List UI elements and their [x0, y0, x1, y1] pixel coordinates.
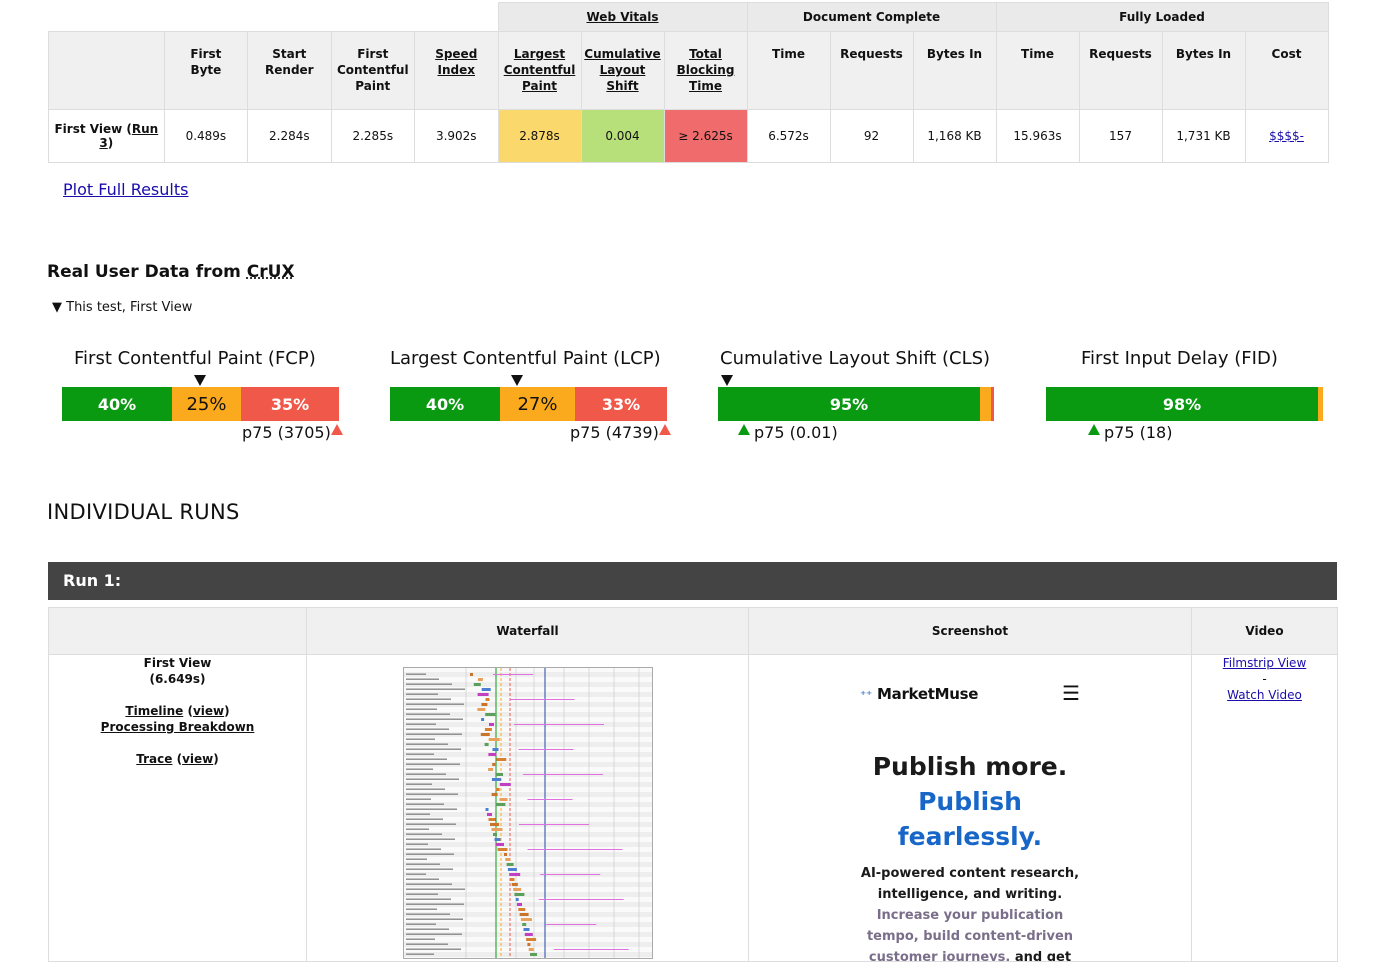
- cost-link[interactable]: $$$$-: [1269, 129, 1304, 143]
- col-cls[interactable]: Cumulative Layout Shift: [580, 31, 665, 110]
- p75-marker-icon: [331, 424, 343, 435]
- plot-full-results-link[interactable]: Plot Full Results: [63, 180, 188, 199]
- watch-video-link[interactable]: Watch Video: [1227, 688, 1302, 702]
- cell-speed-index: 3.902s: [414, 109, 499, 163]
- p75-label: p75 (18): [1104, 423, 1173, 442]
- p75-marker-icon: [1088, 424, 1100, 435]
- hamburger-menu-icon: ☰: [1062, 681, 1080, 705]
- good-segment: 40%: [62, 387, 172, 421]
- col-screenshot: Screenshot: [748, 607, 1192, 655]
- cell-fcp: 2.285s: [330, 109, 416, 163]
- summary-table: Web Vitals Document Complete Fully Loade…: [48, 2, 1329, 163]
- blank-header: [48, 607, 307, 655]
- marker-down-icon: [194, 375, 206, 386]
- group-document-complete: Document Complete: [746, 2, 997, 32]
- run-1-header: Run 1:: [48, 562, 1337, 600]
- col-cost: Cost: [1244, 31, 1329, 110]
- distribution-bar: 40% 27% 33%: [390, 387, 667, 421]
- metric-title: Largest Contentful Paint (LCP): [390, 348, 661, 369]
- col-dc-time: Time: [746, 31, 831, 110]
- metric-title: First Input Delay (FID): [1081, 348, 1278, 369]
- crux-toggle[interactable]: ▼ This test, First View: [52, 300, 192, 315]
- needs-improvement-segment: [1318, 387, 1323, 421]
- group-web-vitals[interactable]: Web Vitals: [497, 2, 748, 32]
- table-row: First View (Run 3) 0.489s 2.284s 2.285s …: [48, 109, 1329, 163]
- hero-paragraph: AI-powered content research, intelligenc…: [860, 866, 1080, 961]
- sparkle-icon: ⁺⁺: [860, 688, 873, 702]
- cell-dc-bytes: 1,168 KB: [912, 109, 997, 163]
- col-fcp: First Contentful Paint: [330, 31, 416, 110]
- col-speed-index[interactable]: Speed Index: [414, 31, 499, 110]
- first-view-time: (6.649s): [149, 672, 206, 686]
- p75-marker-icon: [659, 424, 671, 435]
- col-fl-bytes: Bytes In: [1161, 31, 1246, 110]
- trace-link[interactable]: Trace: [136, 752, 172, 766]
- good-segment: 95%: [718, 387, 980, 421]
- cell-cls: 0.004: [580, 109, 665, 163]
- metric-title: First Contentful Paint (FCP): [74, 348, 316, 369]
- crux-abbr: CrUX: [246, 262, 295, 282]
- waterfall-image[interactable]: [402, 667, 653, 959]
- distribution-bar: 95%: [718, 387, 994, 421]
- col-lcp[interactable]: Largest Contentful Paint: [497, 31, 582, 110]
- distribution-bar: 40% 25% 35%: [62, 387, 339, 421]
- col-video: Video: [1191, 607, 1338, 655]
- crux-title: Real User Data from CrUX: [47, 262, 295, 282]
- cell-fl-requests: 157: [1078, 109, 1163, 163]
- marker-down-icon: [721, 375, 733, 386]
- run-1-table: Waterfall Screenshot Video First View (6…: [48, 607, 1338, 962]
- poor-segment: [991, 387, 994, 421]
- p75-label: p75 (3705): [242, 423, 331, 442]
- col-tbt[interactable]: Total Blocking Time: [663, 31, 748, 110]
- poor-segment: 35%: [241, 387, 339, 421]
- brand-logo: ⁺⁺ MarketMuse: [860, 685, 979, 703]
- p75-marker-icon: [738, 424, 750, 435]
- cell-fl-time: 15.963s: [995, 109, 1080, 163]
- cell-lcp: 2.878s: [497, 109, 582, 163]
- marker-down-icon: [511, 375, 523, 386]
- col-fl-requests: Requests: [1078, 31, 1163, 110]
- separator: -: [1262, 672, 1267, 686]
- metric-title: Cumulative Layout Shift (CLS): [720, 348, 991, 369]
- col-waterfall: Waterfall: [306, 607, 749, 655]
- timeline-view-link[interactable]: view: [193, 704, 224, 718]
- col-dc-requests: Requests: [829, 31, 914, 110]
- individual-runs-heading: INDIVIDUAL RUNS: [47, 500, 240, 524]
- p75-label: p75 (0.01): [754, 423, 838, 442]
- col-start-render: Start Render: [247, 31, 332, 110]
- needs-improvement-segment: [980, 387, 991, 421]
- cell-dc-requests: 92: [829, 109, 914, 163]
- p75-label: p75 (4739): [570, 423, 659, 442]
- col-dc-bytes: Bytes In: [912, 31, 997, 110]
- waterfall-cell: [306, 654, 749, 962]
- first-view-label: First View: [143, 656, 212, 670]
- screenshot-cell: ⁺⁺ MarketMuse ☰ Publish more. Publish fe…: [748, 654, 1192, 962]
- distribution-bar: 98%: [1046, 387, 1323, 421]
- video-cell: Filmstrip View - Watch Video: [1191, 654, 1338, 962]
- needs-improvement-segment: 25%: [172, 387, 241, 421]
- blank-header: [48, 31, 165, 110]
- cell-cost[interactable]: $$$$-: [1244, 109, 1329, 163]
- col-first-byte: First Byte: [163, 31, 249, 110]
- processing-breakdown-link[interactable]: Processing Breakdown: [101, 720, 255, 734]
- group-fully-loaded: Fully Loaded: [995, 2, 1329, 32]
- timeline-link[interactable]: Timeline: [125, 704, 183, 718]
- cell-dc-time: 6.572s: [746, 109, 831, 163]
- col-fl-time: Time: [995, 31, 1080, 110]
- screenshot-image[interactable]: ⁺⁺ MarketMuse ☰ Publish more. Publish fe…: [850, 671, 1090, 961]
- cell-tbt: ≥ 2.625s: [663, 109, 748, 163]
- cell-fl-bytes: 1,731 KB: [1161, 109, 1246, 163]
- filmstrip-view-link[interactable]: Filmstrip View: [1223, 656, 1307, 670]
- cell-first-byte: 0.489s: [163, 109, 249, 163]
- waterfall-chart: [403, 668, 652, 958]
- good-segment: 40%: [390, 387, 500, 421]
- good-segment: 98%: [1046, 387, 1318, 421]
- poor-segment: 33%: [575, 387, 667, 421]
- needs-improvement-segment: 27%: [500, 387, 575, 421]
- cell-start-render: 2.284s: [247, 109, 332, 163]
- trace-view-link[interactable]: view: [182, 752, 213, 766]
- first-view-cell: First View (6.649s) Timeline (view) Proc…: [48, 654, 307, 962]
- hero-heading: Publish more. Publish fearlessly.: [872, 752, 1068, 851]
- row-label: First View (Run 3): [48, 109, 165, 163]
